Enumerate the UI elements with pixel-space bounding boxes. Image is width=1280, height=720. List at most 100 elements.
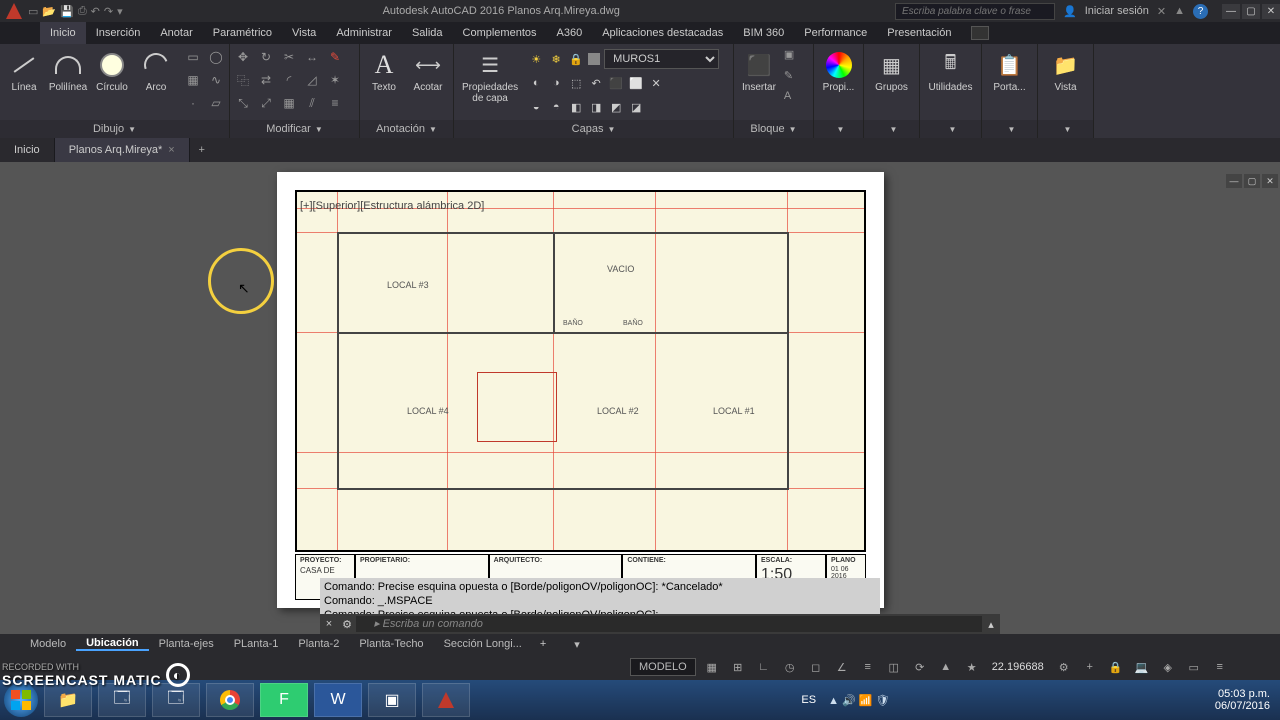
task-explorer-icon[interactable]: 📁 [44, 683, 92, 717]
otrack-icon[interactable]: ∠ [832, 657, 852, 677]
iso-icon[interactable]: ◈ [1158, 657, 1178, 677]
layer-match-icon[interactable]: ⬚ [568, 75, 584, 91]
layer-iso-icon[interactable]: ◐ [528, 75, 544, 91]
tab-aplicaciones[interactable]: Aplicaciones destacadas [592, 22, 733, 44]
ortho-icon[interactable]: ∟ [754, 657, 774, 677]
move-icon[interactable]: ✥ [234, 48, 252, 66]
panel-label[interactable]: Anotación [376, 123, 425, 135]
camera-icon[interactable] [971, 26, 989, 40]
layer-prev-icon[interactable]: ↶ [588, 75, 604, 91]
start-button[interactable] [4, 683, 38, 717]
layer-d-icon[interactable]: ◨ [588, 99, 604, 115]
panel-label[interactable]: Capas [572, 123, 604, 135]
task-chrome-icon[interactable] [206, 683, 254, 717]
tab-bim360[interactable]: BIM 360 [733, 22, 794, 44]
layer-merge-icon[interactable]: ⬜ [628, 75, 644, 91]
annovis-icon[interactable]: ★ [962, 657, 982, 677]
texto-button[interactable]: ATexto [364, 48, 404, 95]
copy-icon[interactable]: ⿻ [234, 71, 252, 89]
task-app4-icon[interactable]: ▣ [368, 683, 416, 717]
task-app1-icon[interactable]: 🗔 [98, 683, 146, 717]
extend-icon[interactable]: ↔ [303, 48, 321, 66]
layer-on-icon[interactable]: ☀ [528, 51, 544, 67]
layer-select[interactable]: MUROS1 [604, 49, 719, 69]
layout-ubicacion[interactable]: Ubicación [76, 637, 149, 651]
qat-save-icon[interactable]: 💾 [60, 5, 74, 18]
arco-button[interactable]: Arco [136, 48, 176, 114]
scale-readout[interactable]: 22.196688 [988, 661, 1048, 673]
infocenter-icon[interactable]: ▲ [1174, 5, 1185, 17]
layer-b-icon[interactable]: ◓ [548, 99, 564, 115]
signin-button[interactable]: Iniciar sesión [1085, 5, 1149, 17]
layer-c-icon[interactable]: ◧ [568, 99, 584, 115]
exchange-icon[interactable]: ✕ [1157, 5, 1166, 18]
command-line[interactable]: × ⚙ ▸ Escriba un comando ▴ [320, 614, 1000, 634]
cmd-expand-icon[interactable]: ▴ [982, 618, 1000, 631]
rotate-icon[interactable]: ↻ [257, 48, 275, 66]
trim-icon[interactable]: ✂ [280, 48, 298, 66]
qat-open-icon[interactable]: 📂 [42, 5, 56, 18]
layout-seccion[interactable]: Sección Longi... [434, 638, 532, 650]
tab-complementos[interactable]: Complementos [453, 22, 547, 44]
signin-icon[interactable]: 👤 [1063, 5, 1077, 18]
explode-icon[interactable]: ✶ [326, 71, 344, 89]
vista-button[interactable]: 📁Vista [1042, 48, 1089, 95]
offset-icon[interactable]: ⫽ [303, 94, 321, 112]
layer-walk-icon[interactable]: ⬛ [608, 75, 624, 91]
drawing-area[interactable]: LOCAL #3 VACIO LOCAL #4 LOCAL #2 LOCAL #… [0, 162, 1280, 634]
grid-icon[interactable]: ▦ [702, 657, 722, 677]
draw-point-icon[interactable]: · [184, 94, 202, 112]
qat-saveas-icon[interactable]: ⎙ [78, 5, 87, 18]
app-logo[interactable] [6, 3, 22, 19]
clock[interactable]: 05:03 p.m. 06/07/2016 [1215, 688, 1276, 712]
grupos-button[interactable]: ▦Grupos [868, 48, 915, 95]
vp-maximize-icon[interactable]: ▢ [1244, 174, 1260, 188]
viewport[interactable]: LOCAL #3 VACIO LOCAL #4 LOCAL #2 LOCAL #… [295, 190, 866, 552]
erase-icon[interactable]: ✎ [326, 48, 344, 66]
array-icon[interactable]: ▦ [280, 94, 298, 112]
custom-icon[interactable]: ≡ [1210, 657, 1230, 677]
tab-anotar[interactable]: Anotar [150, 22, 202, 44]
qat-redo-icon[interactable]: ↷ [104, 5, 113, 18]
tab-presentacion[interactable]: Presentación [877, 22, 961, 44]
chamfer-icon[interactable]: ◿ [303, 71, 321, 89]
draw-region-icon[interactable]: ▱ [207, 94, 225, 112]
paper-space[interactable]: LOCAL #3 VACIO LOCAL #4 LOCAL #2 LOCAL #… [277, 172, 884, 608]
task-app3-icon[interactable]: F [260, 683, 308, 717]
props-button[interactable]: Propi... [818, 48, 859, 95]
maximize-button[interactable]: ▢ [1242, 4, 1260, 19]
layout-planta-1[interactable]: PLanta-1 [224, 638, 289, 650]
help-icon[interactable]: ? [1193, 4, 1208, 19]
cycle-icon[interactable]: ⟳ [910, 657, 930, 677]
osnap-icon[interactable]: ◻ [806, 657, 826, 677]
close-button[interactable]: ✕ [1262, 4, 1280, 19]
fillet-icon[interactable]: ◜ [280, 71, 298, 89]
annoscale-icon[interactable]: ▲ [936, 657, 956, 677]
space-indicator[interactable]: MODELO [630, 658, 696, 676]
panel-label[interactable]: Modificar [266, 123, 311, 135]
layer-off-icon[interactable]: ◑ [548, 75, 564, 91]
panel-label[interactable]: Dibujo [93, 123, 124, 135]
tab-parametrico[interactable]: Paramétrico [203, 22, 282, 44]
tab-a360[interactable]: A360 [547, 22, 593, 44]
layer-lock-icon[interactable]: 🔒 [568, 51, 584, 67]
tab-inicio[interactable]: Inicio [40, 22, 86, 44]
layer-a-icon[interactable]: ◒ [528, 99, 544, 115]
lweight-icon[interactable]: ≡ [858, 657, 878, 677]
polar-icon[interactable]: ◷ [780, 657, 800, 677]
cmd-close-icon[interactable]: × [320, 618, 338, 630]
draw-rect-icon[interactable]: ▭ [184, 48, 202, 66]
block-create-icon[interactable]: ▣ [784, 48, 802, 66]
layer-del-icon[interactable]: ✕ [648, 75, 664, 91]
draw-hatch-icon[interactable]: ▦ [184, 71, 202, 89]
doc-tab-add[interactable]: + [190, 138, 214, 162]
snap-icon[interactable]: ⊞ [728, 657, 748, 677]
vp-close-icon[interactable]: ✕ [1262, 174, 1278, 188]
doc-tab-planos[interactable]: Planos Arq.Mireya*× [55, 138, 190, 162]
layout-planta-techo[interactable]: Planta-Techo [349, 638, 433, 650]
qat-undo-icon[interactable]: ↶ [91, 5, 100, 18]
tab-salida[interactable]: Salida [402, 22, 453, 44]
layout-modelo[interactable]: Modelo [20, 638, 76, 650]
transp-icon[interactable]: ◫ [884, 657, 904, 677]
task-autocad-icon[interactable] [422, 683, 470, 717]
